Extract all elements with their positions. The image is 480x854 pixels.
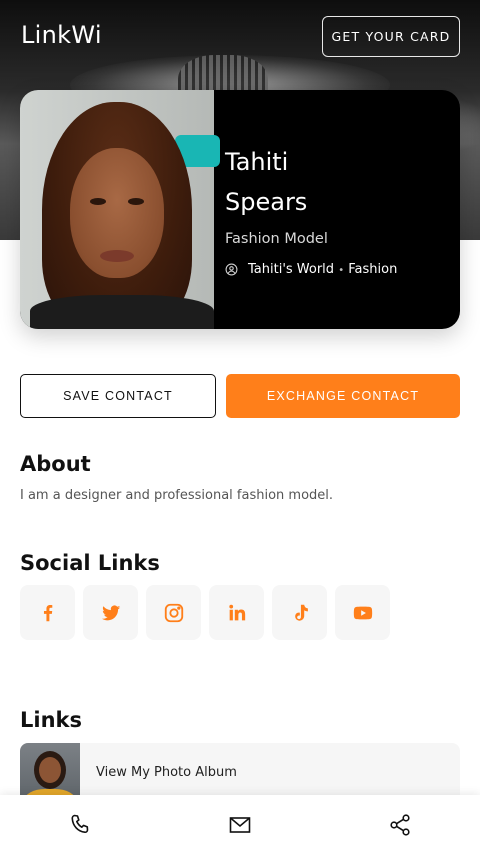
social-twitter-button[interactable]	[83, 585, 138, 640]
photo-shirt	[30, 295, 214, 329]
instagram-icon	[164, 603, 183, 622]
save-contact-button[interactable]: SAVE CONTACT	[20, 374, 216, 418]
tiktok-icon	[294, 604, 308, 621]
about-heading: About	[20, 452, 91, 476]
meta-separator: •	[338, 265, 345, 276]
social-tiktok-button[interactable]	[272, 585, 327, 640]
profile-name: Tahiti Spears	[225, 142, 445, 222]
profile-category: Fashion	[348, 262, 398, 277]
share-icon	[390, 814, 410, 836]
profile-card: Tahiti Spears Fashion Model Tahiti's Wor…	[20, 90, 460, 329]
thumb-face	[39, 757, 61, 783]
share-button[interactable]	[387, 812, 413, 838]
photo-eye	[128, 198, 144, 205]
social-linkedin-button[interactable]	[209, 585, 264, 640]
about-text: I am a designer and professional fashion…	[20, 488, 334, 503]
twitter-icon	[101, 604, 120, 620]
links-heading: Links	[20, 708, 82, 732]
profile-first-name: Tahiti	[225, 148, 289, 176]
user-circle-icon	[225, 263, 238, 276]
photo-lips	[100, 250, 134, 262]
profile-last-name: Spears	[225, 188, 308, 216]
link-label: View My Photo Album	[96, 765, 237, 780]
get-your-card-button[interactable]: GET YOUR CARD	[322, 16, 460, 57]
mail-icon	[229, 817, 251, 833]
exchange-contact-button[interactable]: EXCHANGE CONTACT	[226, 374, 460, 418]
facebook-icon	[43, 604, 52, 621]
profile-title: Fashion Model	[225, 231, 328, 247]
bottom-action-bar	[0, 795, 480, 854]
call-button[interactable]	[67, 812, 93, 838]
social-facebook-button[interactable]	[20, 585, 75, 640]
profile-photo	[20, 90, 220, 329]
email-button[interactable]	[227, 812, 253, 838]
social-youtube-button[interactable]	[335, 585, 390, 640]
social-instagram-button[interactable]	[146, 585, 201, 640]
phone-icon	[71, 814, 89, 834]
linkedin-icon	[228, 604, 245, 620]
profile-company: Tahiti's World	[248, 262, 335, 277]
social-links-heading: Social Links	[20, 551, 160, 575]
youtube-icon	[353, 606, 372, 619]
photo-eye	[90, 198, 106, 205]
profile-company-row: Tahiti's World • Fashion	[225, 262, 397, 277]
app-logo[interactable]: LinkWi	[21, 21, 102, 49]
social-links-list	[20, 585, 390, 640]
